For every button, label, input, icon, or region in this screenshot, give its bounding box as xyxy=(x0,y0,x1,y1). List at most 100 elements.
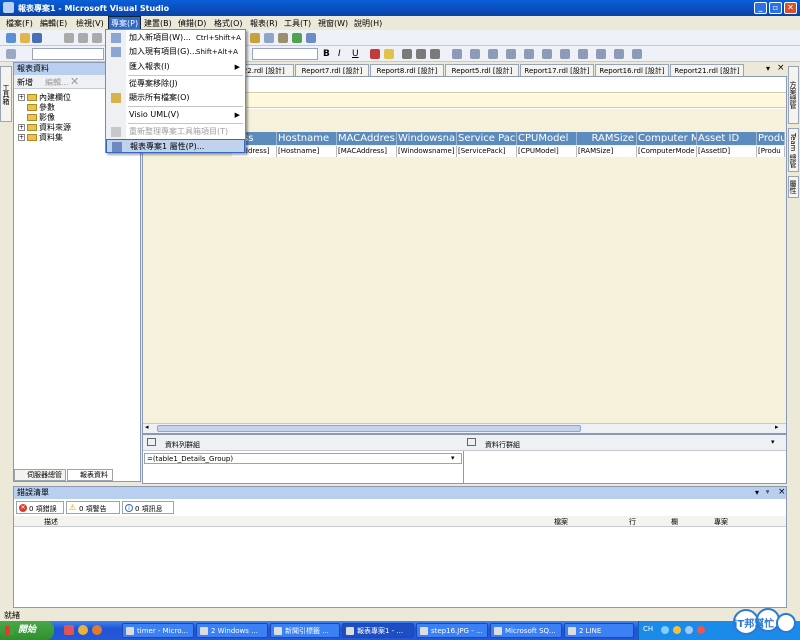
table-data-cell[interactable]: [RAMSize] xyxy=(577,146,637,157)
errors-filter-button[interactable]: ✕ 0 項錯誤 xyxy=(16,501,64,514)
table-data-cell[interactable]: [AssetID] xyxy=(697,146,757,157)
menu-item-import-reports[interactable]: 匯入報表(I) ▶ xyxy=(106,60,245,74)
layout-icon-6[interactable] xyxy=(542,49,552,59)
scrollbar-thumb[interactable] xyxy=(157,425,581,432)
panel-close-icon[interactable]: × xyxy=(778,487,786,497)
solution-explorer-vtab[interactable]: 方案總管 xyxy=(788,66,799,124)
table-header-cell[interactable]: MACAddres xyxy=(337,132,397,145)
taskbar-item-timer[interactable]: timer - Micro... xyxy=(122,623,194,638)
doc-close-icon[interactable]: × xyxy=(777,63,785,73)
tray-icon-3[interactable] xyxy=(685,626,693,634)
quicklaunch-icon-1[interactable] xyxy=(64,625,74,635)
doc-tab-report21[interactable]: Report21.rdl [設計] xyxy=(670,64,744,76)
warnings-filter-button[interactable]: ⚠ 0 項警告 xyxy=(66,501,120,514)
toolbox-vtab[interactable]: 工具箱 xyxy=(0,66,12,122)
table-data-cell[interactable]: [MACAddress] xyxy=(337,146,397,157)
language-indicator[interactable]: CH xyxy=(643,625,653,633)
font-color-icon[interactable] xyxy=(370,49,380,59)
menu-item-add-existing[interactable]: 加入現有項目(G)... Shift+Alt+A xyxy=(106,45,245,59)
table-data-cell[interactable]: [CPUModel] xyxy=(517,146,577,157)
align-left-icon[interactable] xyxy=(402,49,412,59)
table-header-cell[interactable]: Windowsna xyxy=(397,132,457,145)
scroll-left-icon[interactable]: ◂ xyxy=(145,423,149,431)
taskbar-item-windows[interactable]: 2 Windows ... xyxy=(196,623,268,638)
doc-tab-report17[interactable]: Report17.rdl [設計] xyxy=(520,64,594,76)
back-color-icon[interactable] xyxy=(384,49,394,59)
doc-tab-report16[interactable]: Report16.rdl [設計] xyxy=(595,64,669,76)
menu-help[interactable]: 說明(H) xyxy=(354,18,382,29)
layout-icon-5[interactable] xyxy=(524,49,534,59)
bold-button[interactable]: B xyxy=(323,49,330,59)
tab-report-data[interactable]: 報表資料 xyxy=(67,469,113,481)
align-center-icon[interactable] xyxy=(416,49,426,59)
layout-icon-3[interactable] xyxy=(488,49,498,59)
tray-icon-2[interactable] xyxy=(673,626,681,634)
table-header-cell[interactable]: Produ xyxy=(757,132,785,145)
menu-item-show-all-files[interactable]: 顯示所有檔案(O) xyxy=(106,91,245,105)
tree-item-images[interactable]: 影像 xyxy=(27,113,55,123)
tree-item-parameters[interactable]: 參數 xyxy=(27,103,55,113)
italic-button[interactable]: I xyxy=(338,49,341,59)
table-data-cell[interactable]: [Windowsname] xyxy=(397,146,457,157)
format-icon[interactable] xyxy=(6,49,16,59)
tree-item-datasets[interactable]: + 資料集 xyxy=(18,133,63,143)
menu-build[interactable]: 建置(B) xyxy=(144,18,172,29)
toolbar-icon-d[interactable] xyxy=(292,33,302,43)
taskbar-item-vs[interactable]: 報表專案1 - ... xyxy=(342,623,414,638)
layout-icon-4[interactable] xyxy=(506,49,516,59)
maximize-button[interactable]: ▫ xyxy=(769,2,782,14)
underline-button[interactable]: U xyxy=(352,49,359,59)
table-data-cell[interactable]: [ComputerMode xyxy=(637,146,697,157)
size-combo[interactable] xyxy=(252,48,318,60)
row-group-dropdown-icon[interactable]: ▾ xyxy=(451,454,455,462)
table-header-cell[interactable]: RAMSize xyxy=(577,132,637,145)
table-data-cell[interactable]: [ServicePack] xyxy=(457,146,517,157)
expand-icon[interactable]: + xyxy=(18,124,25,131)
minimize-button[interactable]: _ xyxy=(754,2,767,14)
menu-item-properties[interactable]: 報表專案1 屬性(P)... xyxy=(106,139,245,153)
scroll-right-icon[interactable]: ▸ xyxy=(775,423,779,431)
layout-icon-11[interactable] xyxy=(632,49,642,59)
grouping-dropdown-icon[interactable]: ▾ xyxy=(771,438,775,446)
new-project-icon[interactable] xyxy=(6,33,16,43)
properties-vtab[interactable]: 屬性 xyxy=(788,176,799,198)
messages-filter-button[interactable]: i 0 項訊息 xyxy=(122,501,174,514)
panel-dropdown-icon[interactable]: ▾ xyxy=(755,488,759,497)
toolbar-icon-e[interactable] xyxy=(306,33,316,43)
tray-icon-1[interactable] xyxy=(661,626,669,634)
menu-window[interactable]: 視窗(W) xyxy=(318,18,348,29)
menu-edit[interactable]: 編輯(E) xyxy=(40,18,67,29)
tree-item-data-sources[interactable]: + 資料來源 xyxy=(18,123,71,133)
taskbar-item-news[interactable]: 新聞引標籤 ... xyxy=(270,623,340,638)
expand-icon[interactable]: + xyxy=(18,94,25,101)
expand-icon[interactable]: + xyxy=(18,134,25,141)
layout-icon-1[interactable] xyxy=(452,49,462,59)
layout-icon-7[interactable] xyxy=(560,49,570,59)
layout-icon-10[interactable] xyxy=(614,49,624,59)
table-header-cell[interactable]: Hostname xyxy=(277,132,337,145)
col-line[interactable]: 行 xyxy=(629,517,636,527)
menu-view[interactable]: 檢視(V) xyxy=(76,18,104,29)
menu-format[interactable]: 格式(O) xyxy=(214,18,243,29)
table-header-cell[interactable]: Service Pac xyxy=(457,132,517,145)
layout-icon-2[interactable] xyxy=(470,49,480,59)
table-data-cell[interactable]: [Produ xyxy=(757,146,785,157)
taskbar-item-step16[interactable]: step16.JPG - ... xyxy=(416,623,488,638)
close-button[interactable]: ✕ xyxy=(784,2,797,14)
cut-icon[interactable] xyxy=(64,33,74,43)
delete-icon[interactable]: ✕ xyxy=(70,75,79,88)
team-explorer-vtab[interactable]: Team 總管 xyxy=(788,128,799,172)
quicklaunch-icon-2[interactable] xyxy=(78,625,88,635)
menu-file[interactable]: 檔案(F) xyxy=(6,18,33,29)
menu-item-visio-uml[interactable]: Visio UML(V) ▶ xyxy=(106,108,245,122)
doc-tab-report7[interactable]: Report7.rdl [設計] xyxy=(295,64,369,76)
menu-debug[interactable]: 偵錯(D) xyxy=(178,18,206,29)
align-right-icon[interactable] xyxy=(430,49,440,59)
paste-icon[interactable] xyxy=(92,33,102,43)
col-project[interactable]: 專案 xyxy=(714,517,728,527)
start-button[interactable]: 開始 xyxy=(0,621,54,640)
menu-report[interactable]: 報表(R) xyxy=(250,18,278,29)
menu-project[interactable]: 專案(P) xyxy=(108,16,142,30)
table-header-cell[interactable]: Asset ID xyxy=(697,132,757,145)
col-file[interactable]: 檔案 xyxy=(554,517,568,527)
